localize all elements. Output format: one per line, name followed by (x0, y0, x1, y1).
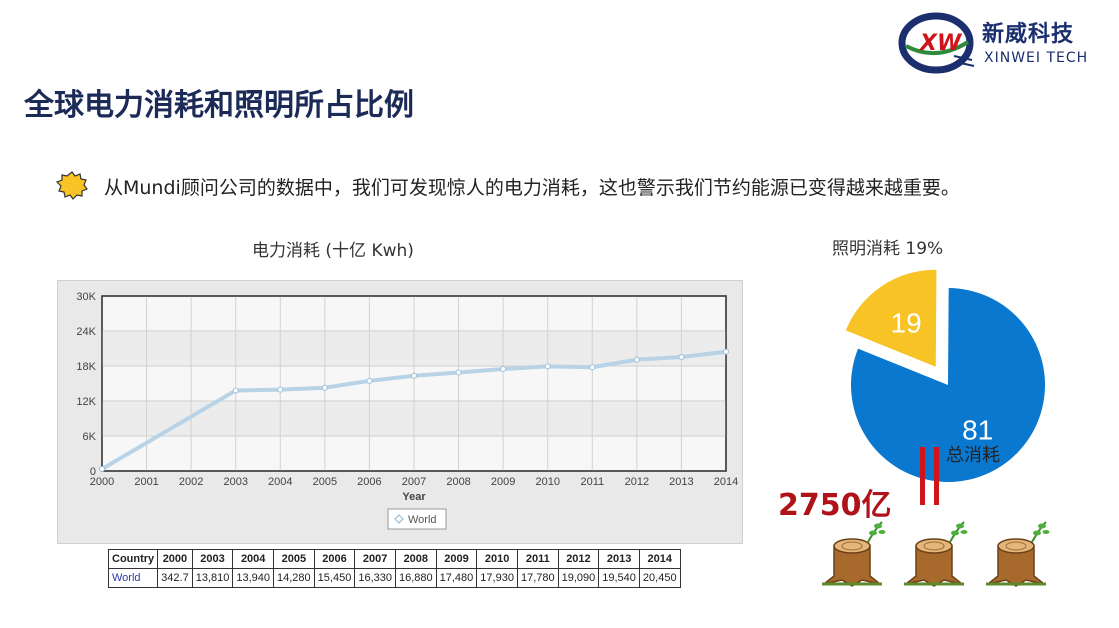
table-cell: 342.7 (157, 568, 193, 588)
y-tick-label: 30K (76, 291, 96, 303)
table-year-header: 2009 (435, 549, 478, 569)
x-tick-label: 2007 (402, 476, 426, 488)
logo-mark-text: XW (918, 31, 963, 56)
page-title: 全球电力消耗和照明所占比例 (24, 88, 414, 123)
x-tick-label: 2014 (714, 476, 738, 488)
table-cell: 19,540 (598, 568, 640, 588)
legend-label: World (408, 514, 437, 526)
line-chart: 06K12K18K24K30K2000 2001 2002 2003 2004 2005 2… (76, 291, 738, 530)
x-tick-label: 2012 (625, 476, 649, 488)
data-point (633, 356, 640, 363)
table-year-header: 2000 (157, 549, 193, 569)
table-year-header: 2014 (638, 549, 681, 569)
table-cell: 13,810 (191, 568, 234, 588)
table-year-header: 2013 (598, 549, 640, 569)
pie-slice-label: 19 (891, 307, 922, 338)
table-year-header: 2010 (476, 549, 518, 569)
bullet-text: 从Mundi顾问公司的数据中，我们可发现惊人的电力消耗，这也警示我们节约能源已变… (104, 177, 960, 199)
legend: World (387, 508, 447, 530)
tree-stump-icon (822, 521, 886, 587)
x-tick-label: 2010 (535, 476, 559, 488)
x-tick-label: 2004 (268, 476, 292, 488)
line-chart-title: 电力消耗 (十亿 Kwh) (252, 241, 414, 261)
data-point (723, 348, 729, 355)
x-tick-label: 2001 (134, 476, 158, 488)
pie-chart: 1981 (845, 269, 1045, 482)
data-point (411, 372, 417, 379)
x-axis-label: Year (402, 491, 426, 503)
data-point (321, 384, 328, 391)
table-year-header: 2006 (313, 549, 356, 569)
table-year-header: 2004 (232, 549, 275, 569)
total-consumption-label: 总消耗 (946, 445, 1000, 466)
table-cell: 14,280 (273, 568, 315, 588)
y-tick-label: 12K (76, 396, 96, 408)
data-table: Country 2000 2003 2004 2005 2006 2007 2008 2009… (107, 549, 681, 588)
table-row: World 342.7 13,810 13,940 14,280 15,450 16,33… (107, 568, 681, 588)
x-tick-label: 2008 (446, 476, 470, 488)
tree-stump-icon (986, 521, 1050, 587)
x-tick-label: 2005 (313, 476, 337, 488)
company-logo: XW 新威科技 XINWEI TECH (898, 8, 1108, 78)
x-tick-label: 2006 (357, 476, 381, 488)
data-point (277, 386, 284, 393)
data-point (500, 366, 507, 373)
tree-stump-icon (904, 521, 968, 587)
table-cell: 16,880 (394, 568, 437, 588)
sun-burst-icon (56, 171, 88, 200)
table-cell: 19,090 (557, 568, 600, 588)
data-point (544, 363, 551, 370)
x-tick-label: 2013 (669, 476, 693, 488)
table-year-header: 2007 (354, 549, 396, 569)
y-tick-label: 24K (76, 326, 96, 338)
table-year-header: 2003 (191, 549, 234, 569)
x-tick-label: 2002 (179, 476, 203, 488)
logo-chinese-name: 新威科技 (982, 22, 1075, 47)
red-mark (920, 447, 925, 505)
table-year-header: 2011 (516, 549, 559, 569)
table-year-header: 2008 (394, 549, 437, 569)
data-point (678, 354, 685, 361)
x-tick-label: 2003 (223, 476, 247, 488)
table-cell: 17,930 (476, 568, 518, 588)
pie-chart-title: 照明消耗 19% (832, 239, 944, 259)
table-cell: 17,780 (516, 568, 559, 588)
bullet-point: 从Mundi顾问公司的数据中，我们可发现惊人的电力消耗，这也警示我们节约能源已变… (56, 170, 1106, 200)
table-country-header: Country (107, 549, 159, 569)
equals-marks (918, 447, 944, 507)
table-cell: 16,330 (354, 568, 396, 588)
table-cell: 20,450 (638, 568, 681, 588)
table-cell: 17,480 (435, 568, 478, 588)
x-tick-label: 2011 (580, 476, 604, 488)
table-year-header: 2005 (273, 549, 315, 569)
data-point (589, 364, 596, 371)
pie-group: 1981 (845, 269, 1045, 482)
data-point (455, 369, 462, 376)
company-logo-mark: XW (898, 12, 975, 74)
table-header-row: Country 2000 2003 2004 2005 2006 2007 2008 2009… (107, 549, 681, 569)
table-row-label: World (107, 568, 159, 588)
y-tick-label: 6K (83, 431, 97, 443)
data-point (232, 387, 239, 394)
table-cell: 13,940 (232, 568, 275, 588)
red-mark (934, 447, 939, 505)
line-chart-panel: 0 6K 12K 18K 24K 30K 2000 2001 2002 2003 2004 2005 2… (57, 280, 743, 544)
y-tick-label: 18K (76, 361, 96, 373)
table-cell: 15,450 (313, 568, 356, 588)
data-point (99, 466, 105, 473)
table-year-header: 2012 (557, 549, 600, 569)
x-tick-label: 2009 (491, 476, 515, 488)
pie-slice-other (851, 288, 1045, 482)
x-tick-label: 2000 (90, 476, 114, 488)
data-point (366, 377, 373, 384)
logo-english-name: XINWEI TECH (984, 50, 1089, 66)
